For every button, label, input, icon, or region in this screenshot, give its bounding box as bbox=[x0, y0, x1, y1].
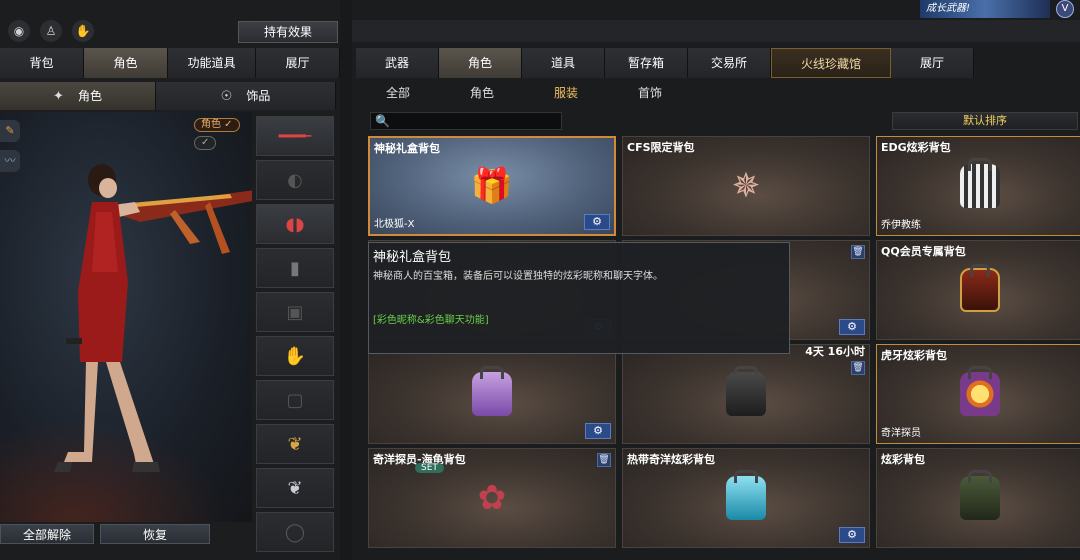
backpack-icon bbox=[956, 470, 1004, 522]
growth-weapon-banner[interactable]: 成长武器! bbox=[920, 0, 1050, 18]
left-panel: ◉ ♙ ✋ 持有效果 背包 角色 功能道具 展厅 ✦ 角色 ☉ 饰品 ✎ 〰 角色 bbox=[0, 0, 340, 560]
owned-effects-button[interactable]: 持有效果 bbox=[238, 21, 338, 43]
tooltip-title: 神秘礼盒背包 bbox=[373, 250, 452, 265]
unequip-all-button[interactable]: 全部解除 bbox=[0, 524, 94, 544]
character-add-icon: ✦ bbox=[53, 89, 64, 104]
item-title: 炫彩背包 bbox=[881, 453, 925, 466]
tab-function-items[interactable]: 功能道具 bbox=[168, 48, 256, 78]
rank-crest-icon[interactable]: V bbox=[1056, 0, 1074, 18]
character-pose-icon[interactable]: ♙ bbox=[40, 20, 62, 42]
tab-showroom[interactable]: 展厅 bbox=[256, 48, 340, 78]
top-icon-row: ◉ ♙ ✋ bbox=[8, 20, 94, 42]
left-tab-bar: 背包 角色 功能道具 展厅 bbox=[0, 48, 340, 78]
slot-empty[interactable]: ▢ bbox=[256, 380, 334, 420]
item-title: 神秘礼盒背包 bbox=[374, 142, 440, 155]
backpack-icon bbox=[468, 366, 516, 418]
gift-box-icon: 🎁 bbox=[470, 166, 514, 206]
item-card[interactable]: ⚙ bbox=[368, 344, 616, 444]
item-card[interactable]: 4天 16小时 🗑 bbox=[622, 344, 870, 444]
tab-backpack[interactable]: 背包 bbox=[0, 48, 84, 78]
tab-items[interactable]: 道具 bbox=[522, 48, 605, 78]
tab-weapons[interactable]: 武器 bbox=[356, 48, 439, 78]
item-card[interactable]: 热带奇洋炫彩背包 ⚙ bbox=[622, 448, 870, 548]
tab-exchange[interactable]: 交易所 bbox=[688, 48, 771, 78]
category-character[interactable]: 角色 bbox=[440, 82, 524, 104]
slot-radio[interactable]: ▮ bbox=[256, 248, 334, 288]
settings-gear-button[interactable]: ⚙ bbox=[839, 319, 865, 335]
backpack-icon bbox=[956, 264, 1004, 314]
item-tooltip: 神秘礼盒背包 神秘商人的百宝箱，装备后可以设置独特的炫彩昵称和聊天字体。 [彩色… bbox=[368, 242, 790, 354]
backpack-icon bbox=[956, 158, 1004, 210]
item-owner: 奇洋探员 bbox=[881, 428, 921, 439]
game-inventory-window: ◉ ♙ ✋ 持有效果 背包 角色 功能道具 展厅 ✦ 角色 ☉ 饰品 ✎ 〰 角色 bbox=[0, 0, 1080, 560]
item-card[interactable]: 奇洋探员-海龟背包 SET 🗑 ✿ bbox=[368, 448, 616, 548]
eye-icon[interactable]: ◉ bbox=[8, 20, 30, 42]
item-title: 虎牙炫彩背包 bbox=[881, 349, 947, 362]
hand-icon[interactable]: ✋ bbox=[72, 20, 94, 42]
tab-gallery[interactable]: 展厅 bbox=[891, 48, 974, 78]
star-emblem-icon: ✵ bbox=[731, 166, 761, 206]
item-card[interactable]: 炫彩背包 bbox=[876, 448, 1080, 548]
item-card[interactable]: 神秘礼盒背包 🎁 北极狐-X ⚙ bbox=[368, 136, 616, 236]
subtab-character[interactable]: ✦ 角色 bbox=[0, 82, 156, 110]
backpack-icon bbox=[722, 366, 770, 418]
slot-goggles[interactable]: ◖◗ bbox=[256, 204, 334, 244]
item-card[interactable]: CFS限定背包 ✵ bbox=[622, 136, 870, 236]
backpack-icon bbox=[956, 366, 1004, 418]
tab-character[interactable]: 角色 bbox=[84, 48, 168, 78]
top-strip bbox=[352, 20, 1080, 42]
slot-gold-pet[interactable]: ❦ bbox=[256, 424, 334, 464]
settings-gear-button[interactable]: ⚙ bbox=[584, 214, 610, 230]
item-title: QQ会员专属背包 bbox=[881, 245, 966, 258]
slot-ring[interactable]: ◯ bbox=[256, 512, 334, 552]
tab-characters[interactable]: 角色 bbox=[439, 48, 522, 78]
character-figure bbox=[54, 164, 252, 472]
backpack-icon bbox=[722, 470, 770, 522]
settings-gear-button[interactable]: ⚙ bbox=[585, 423, 611, 439]
rifle-graphic bbox=[105, 190, 252, 254]
character-preview[interactable]: ✎ 〰 角色 ✓ ✓ bbox=[0, 112, 252, 522]
set-badge: SET bbox=[415, 463, 444, 473]
tooltip-feature: [彩色昵称&彩色聊天功能] bbox=[373, 315, 489, 326]
main-tab-bar: 武器 角色 道具 暂存箱 交易所 火线珍藏馆 展厅 bbox=[356, 48, 974, 78]
turtle-icon: ✿ bbox=[477, 478, 507, 518]
category-tab-bar: 全部 角色 服装 首饰 bbox=[356, 82, 692, 104]
tab-collection-hall[interactable]: 火线珍藏馆 bbox=[771, 48, 891, 78]
item-card[interactable]: EDG炫彩背包 乔伊教练 bbox=[876, 136, 1080, 236]
ring-icon: ☉ bbox=[220, 89, 233, 104]
restore-button[interactable]: 恢复 bbox=[100, 524, 210, 544]
sort-dropdown[interactable]: 默认排序 bbox=[892, 112, 1078, 130]
search-icon: 🔍 bbox=[375, 114, 390, 128]
item-title: EDG炫彩背包 bbox=[881, 141, 951, 154]
subtab-character-label: 角色 bbox=[77, 89, 102, 103]
category-jewelry[interactable]: 首饰 bbox=[608, 82, 692, 104]
trash-icon[interactable]: 🗑 bbox=[597, 453, 611, 467]
item-owner: 北极狐-X bbox=[374, 219, 415, 230]
item-owner: 乔伊教练 bbox=[881, 220, 921, 231]
equipment-slots: ━━╾ ◐ ◖◗ ▮ ▣ ✋ ▢ ❦ ❦ ◯ bbox=[256, 116, 334, 552]
category-clothing[interactable]: 服装 bbox=[524, 82, 608, 104]
slot-glove[interactable]: ✋ bbox=[256, 336, 334, 376]
left-sub-tab-bar: ✦ 角色 ☉ 饰品 bbox=[0, 82, 336, 110]
tab-storage[interactable]: 暂存箱 bbox=[605, 48, 688, 78]
time-remaining: 4天 16小时 bbox=[805, 345, 865, 358]
slot-weapon[interactable]: ━━╾ bbox=[256, 116, 334, 156]
slot-helmet[interactable]: ◐ bbox=[256, 160, 334, 200]
item-card[interactable]: QQ会员专属背包 bbox=[876, 240, 1080, 340]
slot-silver-pet[interactable]: ❦ bbox=[256, 468, 334, 508]
item-title: CFS限定背包 bbox=[627, 141, 695, 154]
item-card[interactable]: 虎牙炫彩背包 奇洋探员 bbox=[876, 344, 1080, 444]
category-all[interactable]: 全部 bbox=[356, 82, 440, 104]
item-title: 热带奇洋炫彩背包 bbox=[627, 453, 715, 466]
subtab-accessory-label: 饰品 bbox=[246, 89, 271, 103]
trash-icon[interactable]: 🗑 bbox=[851, 361, 865, 375]
search-input[interactable]: 🔍 bbox=[370, 112, 562, 130]
tooltip-description: 神秘商人的百宝箱，装备后可以设置独特的炫彩昵称和聊天字体。 bbox=[373, 271, 663, 282]
trash-icon[interactable]: 🗑 bbox=[851, 245, 865, 259]
slot-vest[interactable]: ▣ bbox=[256, 292, 334, 332]
settings-gear-button[interactable]: ⚙ bbox=[839, 527, 865, 543]
subtab-accessory[interactable]: ☉ 饰品 bbox=[156, 82, 336, 110]
